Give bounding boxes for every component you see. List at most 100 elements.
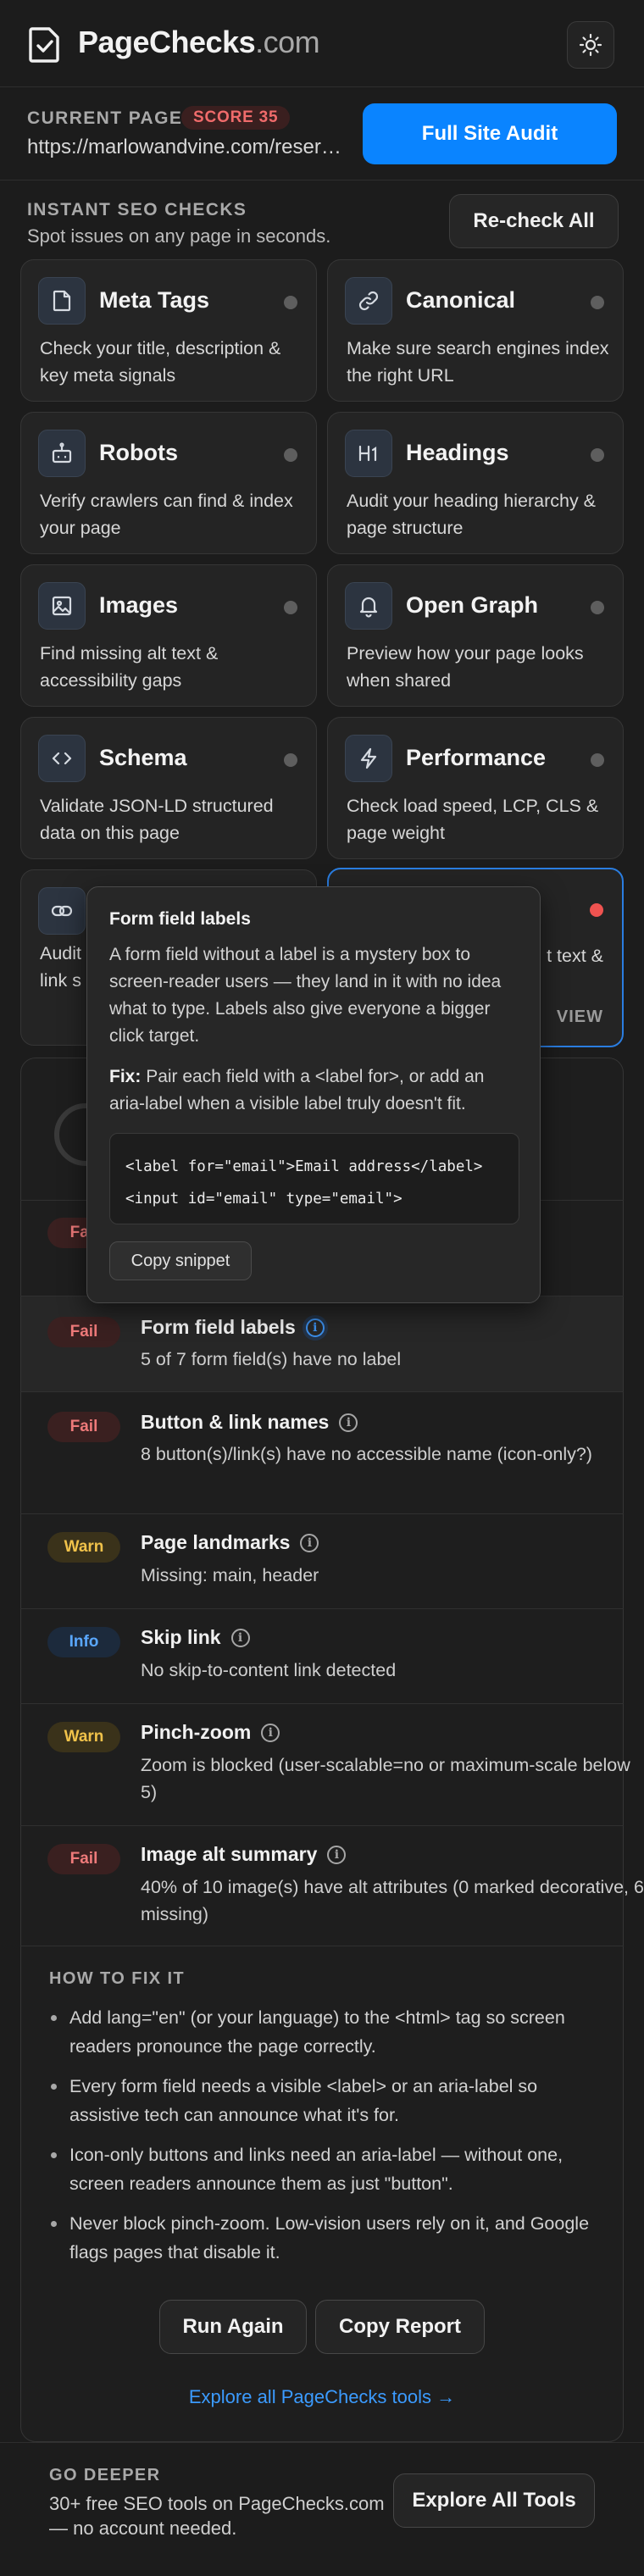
info-icon[interactable]: i — [261, 1723, 280, 1742]
instant-checks-title: INSTANT SEO CHECKS — [27, 200, 247, 219]
info-popover: Form field labels A form field without a… — [86, 886, 541, 1303]
row-divider — [20, 1391, 624, 1392]
result-description: Zoom is blocked (user-scalable=no or max… — [141, 1755, 630, 1802]
status-dot — [284, 448, 297, 462]
bell-icon — [345, 582, 392, 630]
result-description: No skip-to-content link detected — [141, 1660, 397, 1680]
result-title-text: Button & link names — [141, 1411, 330, 1433]
check-card-meta-tags[interactable]: Meta Tags Check your title, description … — [20, 259, 317, 402]
status-badge: Info — [47, 1627, 120, 1657]
status-dot — [590, 903, 603, 917]
check-card-robots[interactable]: Robots Verify crawlers can find & index … — [20, 412, 317, 554]
card-title: Images — [99, 592, 179, 618]
card-title: Robots — [99, 440, 178, 465]
check-card-performance[interactable]: Performance Check load speed, LCP, CLS &… — [327, 717, 624, 859]
status-badge: Fail — [47, 1844, 120, 1874]
status-dot — [591, 296, 604, 309]
card-title: Canonical — [406, 287, 516, 313]
status-badge: Fail — [47, 1317, 120, 1347]
result-description: 8 button(s)/link(s) have no accessible n… — [141, 1444, 592, 1464]
status-dot — [284, 753, 297, 767]
brand-domain: .com — [255, 25, 320, 59]
result-title-text: Skip link — [141, 1626, 221, 1648]
status-dot — [591, 448, 604, 462]
current-page-label: CURRENT PAGE — [27, 108, 183, 128]
check-card-canonical[interactable]: Canonical Make sure search engines index… — [327, 259, 624, 402]
explore-all-tools-button[interactable]: Explore All Tools — [393, 2473, 595, 2528]
row-divider — [20, 1608, 624, 1609]
card-title: Performance — [406, 745, 547, 770]
go-deeper-description: 30+ free SEO tools on PageChecks.com — n… — [49, 2493, 385, 2539]
result-title: Button & link names i — [141, 1411, 358, 1434]
popover-body: A form field without a label is a myster… — [109, 945, 502, 1046]
link-icon — [345, 277, 392, 325]
copy-snippet-button[interactable]: Copy snippet — [109, 1241, 252, 1280]
code-snippet: <label for="email">Email address</label>… — [109, 1133, 519, 1224]
card-description: Check load speed, LCP, CLS & page weight — [347, 796, 599, 843]
full-site-audit-button[interactable]: Full Site Audit — [363, 103, 617, 164]
section-divider — [0, 2442, 644, 2443]
card-description: Check your title, description & key meta… — [40, 338, 281, 386]
status-dot — [591, 601, 604, 614]
lightning-icon — [345, 735, 392, 782]
info-icon[interactable]: i — [327, 1845, 347, 1864]
check-card-headings[interactable]: Headings Audit your heading hierarchy & … — [327, 412, 624, 554]
status-dot — [284, 296, 297, 309]
status-badge: Warn — [47, 1532, 120, 1563]
result-description: 40% of 10 image(s) have alt attributes (… — [141, 1877, 644, 1924]
row-divider — [20, 1513, 624, 1514]
robot-icon — [38, 430, 86, 477]
info-icon[interactable]: i — [230, 1628, 250, 1647]
result-title: Image alt summary i — [141, 1843, 347, 1866]
result-title: Page landmarks i — [141, 1531, 319, 1554]
list-item: Add lang="en" (or your language) to the … — [49, 2003, 608, 2061]
result-title: Form field labels i — [141, 1316, 325, 1339]
status-dot — [591, 753, 604, 767]
copy-report-button[interactable]: Copy Report — [315, 2300, 485, 2354]
row-divider — [20, 1825, 624, 1826]
how-to-fix-list: Add lang="en" (or your language) to the … — [49, 2003, 608, 2278]
brand-logo[interactable]: PageChecks.com — [78, 24, 320, 61]
card-description: Preview how your page looks when shared — [347, 643, 584, 691]
result-description: Missing: main, header — [141, 1565, 319, 1585]
fix-text: Pair each field with a <label for>, or a… — [109, 1067, 485, 1113]
status-dot — [284, 601, 297, 614]
image-icon — [38, 582, 86, 630]
row-divider — [20, 1703, 624, 1704]
check-card-open-graph[interactable]: Open Graph Preview how your page looks w… — [327, 564, 624, 707]
explore-tools-link[interactable]: Explore all PageChecks tools → — [20, 2386, 624, 2408]
go-deeper-title: GO DEEPER — [49, 2466, 161, 2484]
list-item: Every form field needs a visible <label>… — [49, 2072, 608, 2129]
card-title: Meta Tags — [99, 287, 210, 313]
card-description: Find missing alt text & accessibility ga… — [40, 643, 219, 691]
view-link[interactable]: VIEW — [557, 1008, 603, 1027]
theme-toggle-button[interactable] — [567, 21, 614, 69]
card-description: Make sure search engines index the right… — [347, 338, 609, 386]
card-title: Headings — [406, 440, 509, 465]
fix-label: Fix: — [109, 1067, 142, 1086]
card-description: Validate JSON-LD structured data on this… — [40, 796, 274, 843]
current-page-url: https://marlowandvine.com/reservations — [27, 136, 342, 158]
instant-checks-subtitle: Spot issues on any page in seconds. — [27, 225, 331, 247]
card-title: Schema — [99, 745, 187, 770]
recheck-all-button[interactable]: Re-check All — [449, 194, 619, 248]
info-icon[interactable]: i — [300, 1533, 319, 1552]
run-again-button[interactable]: Run Again — [159, 2300, 307, 2354]
card-description: Audit your heading hierarchy & page stru… — [347, 491, 597, 538]
result-description: 5 of 7 form field(s) have no label — [141, 1349, 402, 1369]
result-title: Skip link i — [141, 1626, 250, 1649]
card-title: Open Graph — [406, 592, 539, 618]
info-icon[interactable]: i — [305, 1318, 325, 1337]
heading-icon — [345, 430, 392, 477]
result-title-text: Form field labels — [141, 1316, 296, 1338]
link-icon — [38, 887, 86, 935]
info-icon[interactable]: i — [339, 1413, 358, 1432]
code-icon — [38, 735, 86, 782]
check-card-images[interactable]: Images Find missing alt text & accessibi… — [20, 564, 317, 707]
how-to-fix-title: HOW TO FIX IT — [49, 1969, 186, 1988]
brand-name: PageChecks — [78, 25, 256, 59]
status-badge: Fail — [47, 1412, 120, 1442]
list-item: Icon-only buttons and links need an aria… — [49, 2140, 608, 2198]
result-title-text: Image alt summary — [141, 1843, 318, 1865]
check-card-schema[interactable]: Schema Validate JSON-LD structured data … — [20, 717, 317, 859]
